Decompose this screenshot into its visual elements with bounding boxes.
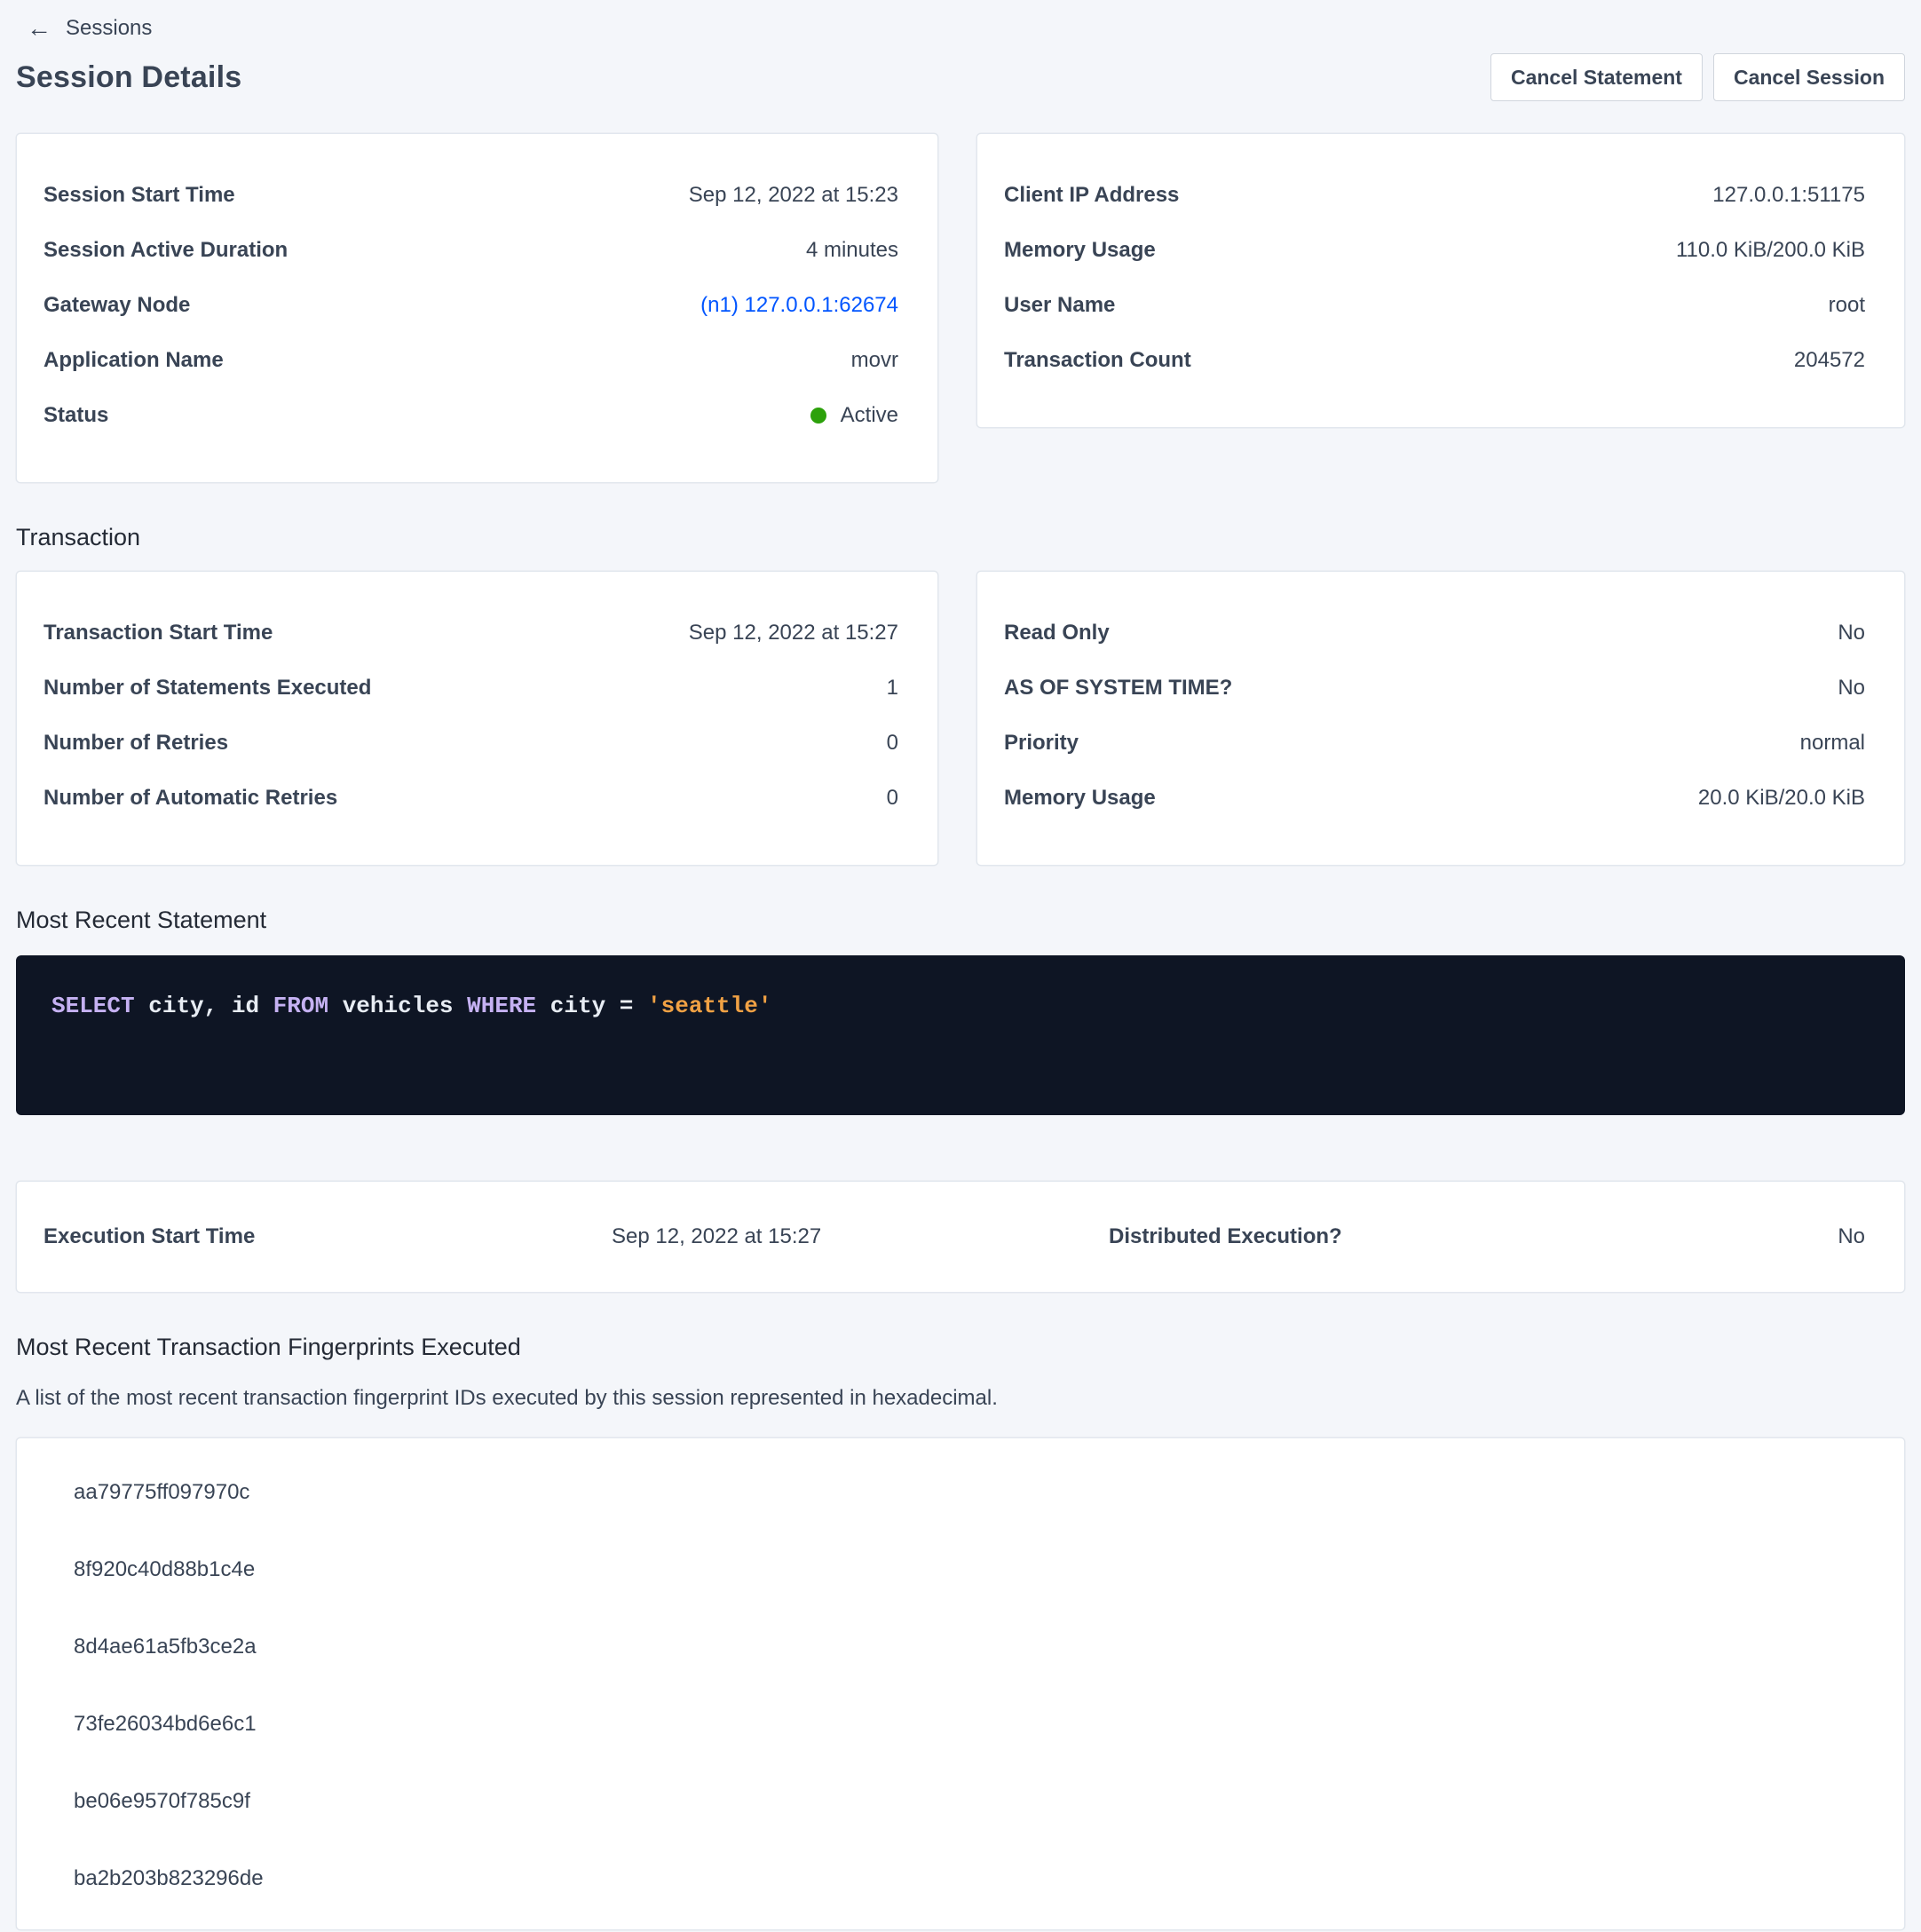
kv-row-transaction-start-time: Transaction Start Time Sep 12, 2022 at 1… [43,606,898,661]
fingerprint-item: 8d4ae61a5fb3ce2a [74,1634,1865,1660]
sql-operator: = [620,993,634,1019]
sql-identifier: vehicles [343,993,454,1019]
distributed-execution-label: Distributed Execution? [1109,1224,1606,1249]
status-badge: Active [810,403,898,428]
status-label: Active [841,403,898,428]
distributed-execution-value: No [1606,1224,1865,1249]
kv-row-session-start-time: Session Start Time Sep 12, 2022 at 15:23 [43,168,898,223]
sql-string-literal: 'seattle' [647,993,771,1019]
fingerprint-item: 8f920c40d88b1c4e [74,1556,1865,1583]
page-title: Session Details [16,60,241,95]
sql-keyword: WHERE [467,993,536,1019]
kv-label: Transaction Start Time [43,621,273,645]
kv-label: Memory Usage [1004,238,1156,263]
kv-label: Memory Usage [1004,786,1156,811]
kv-value: Sep 12, 2022 at 15:23 [689,183,898,208]
sql-keyword: FROM [273,993,328,1019]
kv-value: movr [851,348,898,373]
kv-value: normal [1800,731,1865,756]
kv-label: Number of Retries [43,731,228,756]
kv-label: Client IP Address [1004,183,1179,208]
page-header: Session Details Cancel Statement Cancel … [16,53,1905,101]
session-summary-row: Session Start Time Sep 12, 2022 at 15:23… [16,133,1905,483]
kv-value: 127.0.0.1:51175 [1712,183,1865,208]
section-title-transaction: Transaction [16,524,1905,551]
kv-label: Number of Statements Executed [43,676,371,701]
kv-value: 20.0 KiB/20.0 KiB [1698,786,1865,811]
kv-label: Gateway Node [43,293,190,318]
kv-label: Status [43,403,108,428]
kv-label: Number of Automatic Retries [43,786,337,811]
kv-row-automatic-retries: Number of Automatic Retries 0 [43,771,898,826]
sql-statement-text: SELECT city, id FROM vehicles WHERE city… [51,993,1870,1019]
sql-statement-box: SELECT city, id FROM vehicles WHERE city… [16,955,1905,1115]
fingerprints-card: aa79775ff097970c 8f920c40d88b1c4e 8d4ae6… [16,1437,1905,1930]
kv-row-read-only: Read Only No [1004,606,1865,661]
sql-keyword: SELECT [51,993,135,1019]
sql-identifier: city, id [148,993,259,1019]
session-details-page: ← Sessions Session Details Cancel Statem… [0,0,1921,1930]
header-actions: Cancel Statement Cancel Session [1490,53,1905,101]
kv-value: root [1829,293,1865,318]
section-title-fingerprints: Most Recent Transaction Fingerprints Exe… [16,1334,1905,1361]
fingerprints-description: A list of the most recent transaction fi… [16,1386,1905,1411]
kv-row-txn-memory-usage: Memory Usage 20.0 KiB/20.0 KiB [1004,771,1865,826]
kv-value: 0 [887,786,898,811]
session-details-card: Session Start Time Sep 12, 2022 at 15:23… [16,133,938,483]
kv-row-retries: Number of Retries 0 [43,716,898,771]
kv-value: No [1838,621,1865,645]
kv-row-transaction-count: Transaction Count 204572 [1004,333,1865,388]
execution-start-time-label: Execution Start Time [43,1224,612,1249]
session-client-card: Client IP Address 127.0.0.1:51175 Memory… [976,133,1905,428]
kv-row-session-active-duration: Session Active Duration 4 minutes [43,223,898,278]
sql-identifier: city [550,993,605,1019]
transaction-row: Transaction Start Time Sep 12, 2022 at 1… [16,571,1905,866]
kv-row-status: Status Active [43,388,898,443]
cancel-session-button[interactable]: Cancel Session [1713,53,1905,101]
kv-value: 0 [887,731,898,756]
transaction-properties-card: Read Only No AS OF SYSTEM TIME? No Prior… [976,571,1905,866]
kv-value: No [1838,676,1865,701]
kv-row-memory-usage: Memory Usage 110.0 KiB/200.0 KiB [1004,223,1865,278]
kv-label: AS OF SYSTEM TIME? [1004,676,1232,701]
fingerprint-item: 73fe26034bd6e6c1 [74,1711,1865,1738]
kv-value: Sep 12, 2022 at 15:27 [689,621,898,645]
kv-label: User Name [1004,293,1115,318]
breadcrumb[interactable]: ← Sessions [27,12,1905,44]
fingerprint-item: aa79775ff097970c [74,1479,1865,1506]
kv-row-user-name: User Name root [1004,278,1865,333]
kv-label: Session Start Time [43,183,235,208]
kv-label: Transaction Count [1004,348,1191,373]
cancel-statement-button[interactable]: Cancel Statement [1490,53,1703,101]
status-active-dot-icon [810,408,826,424]
gateway-node-link[interactable]: (n1) 127.0.0.1:62674 [700,293,898,318]
kv-label: Read Only [1004,621,1110,645]
kv-value: 1 [887,676,898,701]
kv-label: Application Name [43,348,224,373]
execution-card: Execution Start Time Sep 12, 2022 at 15:… [16,1181,1905,1293]
transaction-details-card: Transaction Start Time Sep 12, 2022 at 1… [16,571,938,866]
section-title-most-recent-statement: Most Recent Statement [16,907,1905,934]
back-arrow-icon[interactable]: ← [27,16,51,41]
kv-row-priority: Priority normal [1004,716,1865,771]
kv-row-as-of-system-time: AS OF SYSTEM TIME? No [1004,661,1865,716]
kv-row-application-name: Application Name movr [43,333,898,388]
fingerprint-item: be06e9570f785c9f [74,1788,1865,1815]
kv-value: 4 minutes [806,238,898,263]
execution-start-time-value: Sep 12, 2022 at 15:27 [612,1224,1109,1249]
kv-value: 110.0 KiB/200.0 KiB [1676,238,1865,263]
breadcrumb-sessions-link[interactable]: Sessions [66,16,152,41]
kv-label: Priority [1004,731,1079,756]
kv-value: 204572 [1794,348,1865,373]
kv-row-client-ip: Client IP Address 127.0.0.1:51175 [1004,168,1865,223]
kv-label: Session Active Duration [43,238,288,263]
fingerprint-item: ba2b203b823296de [74,1865,1865,1892]
kv-row-statements-executed: Number of Statements Executed 1 [43,661,898,716]
kv-row-gateway-node: Gateway Node (n1) 127.0.0.1:62674 [43,278,898,333]
